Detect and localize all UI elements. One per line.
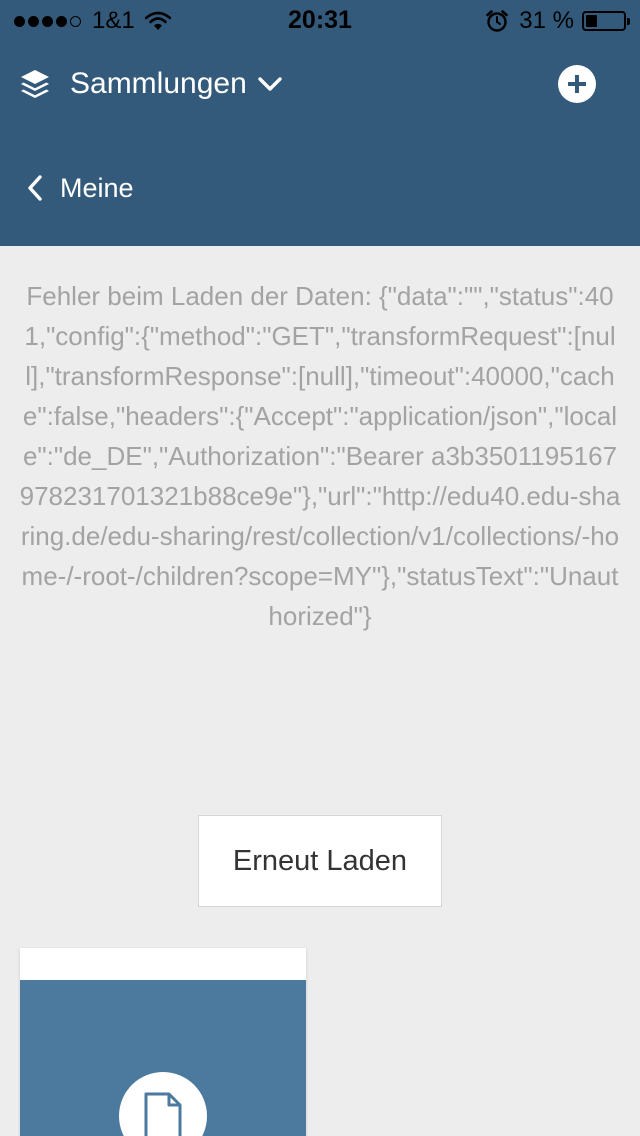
battery-nub	[627, 18, 630, 25]
back-button[interactable]: Meine	[26, 164, 134, 212]
page-title: Sammlungen	[70, 67, 247, 100]
collections-dropdown[interactable]: Sammlungen	[18, 58, 283, 110]
battery-percentage: 31 %	[519, 7, 574, 34]
error-message: Fehler beim Laden der Daten: {"data":"",…	[19, 281, 621, 631]
collection-card[interactable]	[20, 948, 306, 1136]
add-collection-button[interactable]	[558, 65, 596, 103]
status-right: 31 %	[485, 6, 630, 36]
app-header: 1&1 20:31 31 % Sammlungen Meine	[0, 0, 640, 246]
card-icon-badge	[119, 1072, 207, 1136]
reload-button[interactable]: Erneut Laden	[198, 815, 442, 907]
status-bar: 1&1 20:31 31 %	[0, 0, 640, 42]
breadcrumb-label: Meine	[60, 172, 134, 203]
file-icon	[144, 1092, 182, 1136]
battery-icon	[582, 11, 630, 31]
battery-fill	[586, 15, 597, 27]
app-screen: 1&1 20:31 31 % Sammlungen Meine Fehler b…	[0, 0, 640, 1136]
alarm-clock-icon	[486, 10, 509, 32]
card-thumbnail	[20, 980, 306, 1136]
chevron-left-icon	[28, 175, 42, 201]
layers-icon	[21, 70, 49, 98]
chevron-down-icon	[258, 77, 282, 91]
